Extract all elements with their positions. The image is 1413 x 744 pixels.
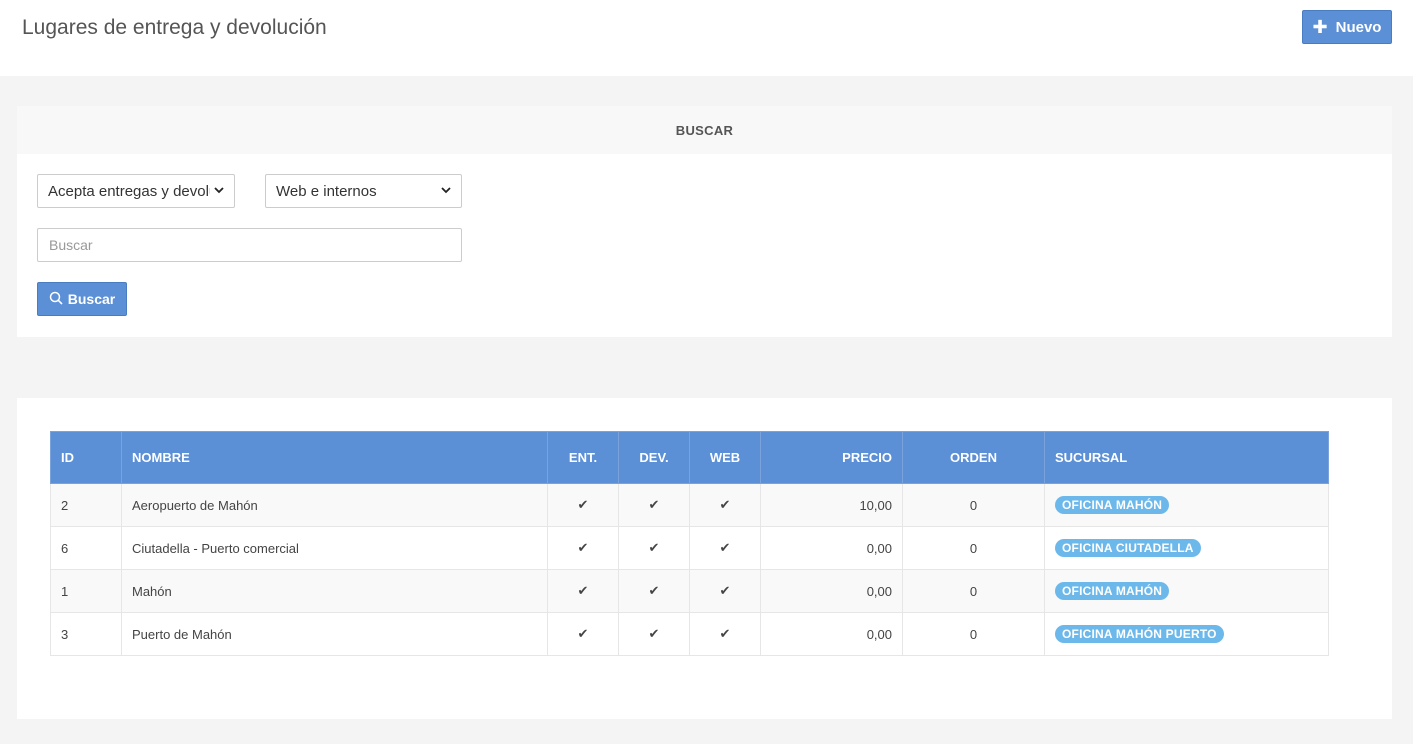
cell-orden: 0 (902, 612, 1045, 656)
results-panel: ID NOMBRE ENT. DEV. WEB PRECIO ORDEN SUC… (17, 398, 1392, 719)
branch-badge: OFICINA MAHÓN (1055, 496, 1170, 514)
cell-nombre[interactable]: Ciutadella - Puerto comercial (121, 526, 548, 570)
cell-sucursal: OFICINA MAHÓN (1044, 483, 1329, 527)
channel-select[interactable]: Web e internos (265, 174, 462, 208)
table-row[interactable]: 3 Puerto de Mahón ✔ ✔ ✔ 0,00 0 OFICINA M… (50, 612, 1329, 656)
column-header-ent[interactable]: ENT. (547, 431, 619, 484)
column-header-sucursal[interactable]: SUCURSAL (1044, 431, 1329, 484)
channel-select-value: Web e internos (276, 182, 377, 200)
check-icon: ✔ (547, 526, 619, 570)
top-bar: Lugares de entrega y devolución ✚ Nuevo (0, 0, 1413, 76)
column-header-web[interactable]: WEB (689, 431, 761, 484)
search-input[interactable] (37, 228, 462, 262)
cell-nombre[interactable]: Puerto de Mahón (121, 612, 548, 656)
check-icon: ✔ (547, 612, 619, 656)
search-panel: BUSCAR Acepta entregas y devolu Web e in… (17, 106, 1392, 337)
page-title: Lugares de entrega y devolución (22, 16, 327, 39)
column-header-precio[interactable]: PRECIO (760, 431, 903, 484)
cell-sucursal: OFICINA MAHÓN PUERTO (1044, 612, 1329, 656)
cell-nombre[interactable]: Aeropuerto de Mahón (121, 483, 548, 527)
check-icon: ✔ (689, 612, 761, 656)
branch-badge: OFICINA MAHÓN (1055, 582, 1170, 600)
delivery-type-select-value: Acepta entregas y devolu (48, 182, 210, 200)
branch-badge: OFICINA MAHÓN PUERTO (1055, 625, 1224, 643)
cell-id: 3 (50, 612, 122, 656)
check-icon: ✔ (547, 569, 619, 613)
new-button-label: Nuevo (1335, 18, 1382, 36)
cell-orden: 0 (902, 526, 1045, 570)
cell-orden: 0 (902, 569, 1045, 613)
new-button[interactable]: ✚ Nuevo (1302, 10, 1392, 44)
column-header-nombre[interactable]: NOMBRE (121, 431, 548, 484)
cell-precio: 0,00 (760, 612, 903, 656)
delivery-type-select[interactable]: Acepta entregas y devolu (37, 174, 235, 208)
search-button-label: Buscar (67, 291, 116, 307)
check-icon: ✔ (618, 612, 690, 656)
plus-icon: ✚ (1312, 17, 1328, 37)
check-icon: ✔ (689, 526, 761, 570)
column-header-id[interactable]: ID (50, 431, 122, 484)
table-row[interactable]: 6 Ciutadella - Puerto comercial ✔ ✔ ✔ 0,… (50, 526, 1329, 570)
check-icon: ✔ (618, 483, 690, 527)
check-icon: ✔ (689, 483, 761, 527)
cell-nombre[interactable]: Mahón (121, 569, 548, 613)
chevron-down-icon (214, 185, 224, 197)
cell-precio: 10,00 (760, 483, 903, 527)
locations-table: ID NOMBRE ENT. DEV. WEB PRECIO ORDEN SUC… (50, 431, 1329, 656)
column-header-orden[interactable]: ORDEN (902, 431, 1045, 484)
table-row[interactable]: 2 Aeropuerto de Mahón ✔ ✔ ✔ 10,00 0 OFIC… (50, 483, 1329, 527)
branch-badge: OFICINA CIUTADELLA (1055, 539, 1201, 557)
cell-precio: 0,00 (760, 526, 903, 570)
cell-orden: 0 (902, 483, 1045, 527)
cell-id: 6 (50, 526, 122, 570)
search-button[interactable]: Buscar (37, 282, 127, 316)
check-icon: ✔ (618, 526, 690, 570)
cell-id: 1 (50, 569, 122, 613)
search-icon (49, 291, 63, 308)
cell-id: 2 (50, 483, 122, 527)
table-header-row: ID NOMBRE ENT. DEV. WEB PRECIO ORDEN SUC… (50, 431, 1329, 484)
column-header-dev[interactable]: DEV. (618, 431, 690, 484)
table-row[interactable]: 1 Mahón ✔ ✔ ✔ 0,00 0 OFICINA MAHÓN (50, 569, 1329, 613)
cell-precio: 0,00 (760, 569, 903, 613)
cell-sucursal: OFICINA CIUTADELLA (1044, 526, 1329, 570)
cell-sucursal: OFICINA MAHÓN (1044, 569, 1329, 613)
search-section-title: BUSCAR (17, 106, 1392, 154)
chevron-down-icon (441, 185, 451, 197)
check-icon: ✔ (689, 569, 761, 613)
check-icon: ✔ (547, 483, 619, 527)
check-icon: ✔ (618, 569, 690, 613)
